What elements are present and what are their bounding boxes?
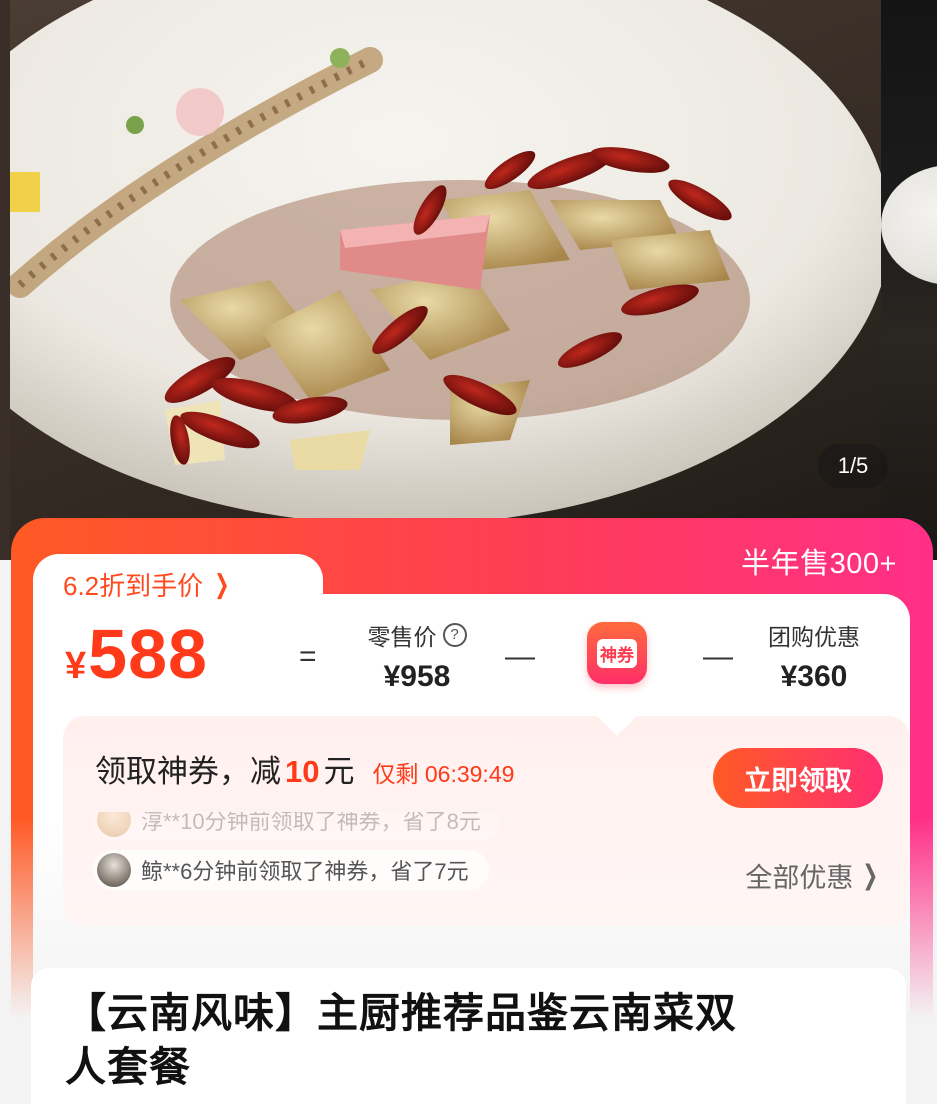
minus-sign: — — [505, 640, 535, 673]
plate-image — [881, 165, 937, 285]
sales-count: 半年售300+ — [741, 548, 897, 580]
currency-symbol: ¥ — [65, 645, 87, 687]
coupon-badge-icon: 神券 — [587, 622, 647, 684]
claim-amount: 10 — [285, 754, 320, 789]
group-discount: 团购优惠 ¥360 — [759, 618, 869, 694]
discount-label[interactable]: 6.2折到手价 ❯ — [63, 566, 233, 603]
final-price-value: 588 — [88, 615, 208, 693]
page-indicator: 1/5 — [818, 444, 888, 488]
product-title: 【云南风味】主厨推荐品鉴云南菜双人套餐 — [65, 990, 737, 1090]
avatar — [97, 853, 131, 887]
retail-price: 零售价 ? ¥958 — [359, 618, 475, 694]
next-photo-preview[interactable] — [881, 0, 937, 560]
dish-photo — [10, 0, 881, 560]
coupon-badge-text: 神券 — [597, 638, 637, 668]
retail-price-label: 零售价 — [367, 624, 437, 650]
countdown-timer: 仅剩 06:39:49 — [372, 761, 515, 787]
avatar — [97, 812, 131, 837]
claim-text: 领取神券，减 10 元 仅剩 06:39:49 — [95, 746, 514, 791]
claim-now-button[interactable]: 立即领取 — [713, 748, 883, 808]
discount-label-text: 6.2折到手价 — [63, 571, 204, 601]
chevron-right-icon: ❯ — [214, 569, 230, 599]
group-discount-value: ¥360 — [780, 660, 848, 693]
group-discount-label: 团购优惠 — [768, 624, 860, 650]
activity-item: 鲸**6分钟前领取了神券，省了7元 — [93, 850, 489, 890]
activity-item: 淳**10分钟前领取了神券，省了8元 — [93, 809, 501, 840]
activity-text: 淳**10分钟前领取了神券，省了8元 — [141, 809, 481, 834]
final-price: ¥ 588 — [65, 614, 208, 694]
equals-sign: = — [299, 640, 317, 673]
product-gallery[interactable]: 1/5 — [0, 0, 937, 560]
activity-text: 鲸**6分钟前领取了神券，省了7元 — [141, 859, 469, 884]
help-icon[interactable]: ? — [442, 623, 467, 647]
all-offers-label: 全部优惠 — [745, 863, 854, 893]
claim-prefix: 领取神券，减 — [95, 754, 281, 789]
chevron-right-icon: ❯ — [862, 860, 879, 890]
all-offers-link[interactable]: 全部优惠 ❯ — [745, 856, 882, 895]
claim-unit: 元 — [323, 754, 355, 789]
product-info-card: 【云南风味】主厨推荐品鉴云南菜双人套餐 — [31, 968, 906, 1104]
coupon-claim-panel: 领取神券，减 10 元 仅剩 06:39:49 立即领取 淳**10分钟前领取了… — [63, 716, 910, 926]
minus-sign-2: — — [703, 640, 733, 673]
retail-price-value: ¥958 — [383, 660, 451, 693]
